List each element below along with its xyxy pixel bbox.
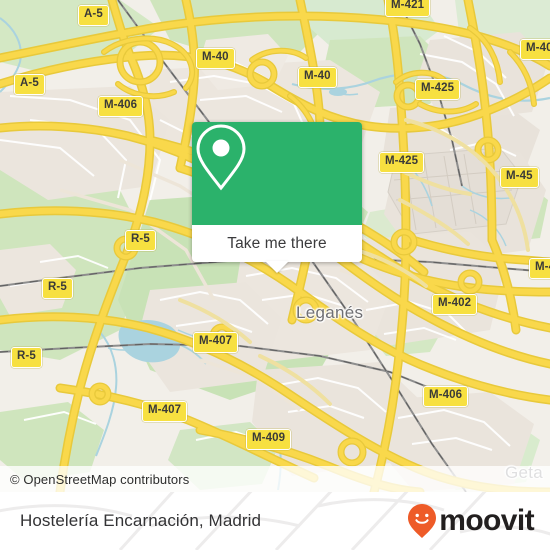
road-shield: M-402 — [432, 294, 478, 315]
road-shield: M-409 — [246, 429, 292, 450]
road-shield: M-421 — [385, 0, 431, 17]
road-shield: R-5 — [42, 278, 73, 299]
take-me-there-label: Take me there — [227, 234, 327, 252]
road-shield: A-5 — [14, 74, 45, 95]
road-shield: M-40 — [298, 67, 337, 88]
road-shield: R-5 — [125, 230, 156, 251]
attribution-text[interactable]: © OpenStreetMap contributors — [0, 472, 189, 487]
road-shield: M-406 — [98, 96, 144, 117]
moovit-place-map-card: A-5 A-5 M-406 M-40 M-40 M-421 M-40 M-425 M-425 M-… — [0, 0, 550, 550]
place-title: Hostelería Encarnación, Madrid — [20, 492, 261, 550]
road-shield: M-425 — [415, 79, 461, 100]
callout-header — [192, 122, 362, 225]
road-shield: R-5 — [11, 347, 42, 368]
moovit-wordmark: moovit — [439, 504, 534, 537]
road-shield: M-45 — [500, 167, 539, 188]
moovit-smiley-pin-icon — [408, 504, 437, 538]
road-shield: M-4 — [529, 258, 550, 279]
map-attribution-bar: © OpenStreetMap contributors — [0, 466, 550, 492]
callout-pointer-tail — [265, 261, 289, 273]
road-shield: A-5 — [78, 5, 109, 26]
road-shield: M-407 — [142, 401, 188, 422]
road-shield: M-406 — [423, 386, 469, 407]
footer-bar: Hostelería Encarnación, Madrid moovit — [0, 492, 550, 550]
map-pin-icon — [196, 124, 246, 191]
moovit-logo[interactable]: moovit — [407, 492, 535, 550]
place-callout-card[interactable]: Take me there — [192, 122, 362, 273]
callout-action[interactable]: Take me there — [192, 225, 362, 273]
city-label: Leganés — [296, 303, 364, 322]
road-shield: M-40 — [520, 39, 550, 60]
map-canvas[interactable]: A-5 A-5 M-406 M-40 M-40 M-421 M-40 M-425 M-425 M-… — [0, 0, 550, 492]
road-shield: M-40 — [196, 48, 235, 69]
road-shield: M-407 — [193, 332, 239, 353]
place-title-text: Hostelería Encarnación, Madrid — [20, 511, 262, 530]
road-shield: M-425 — [379, 152, 425, 173]
